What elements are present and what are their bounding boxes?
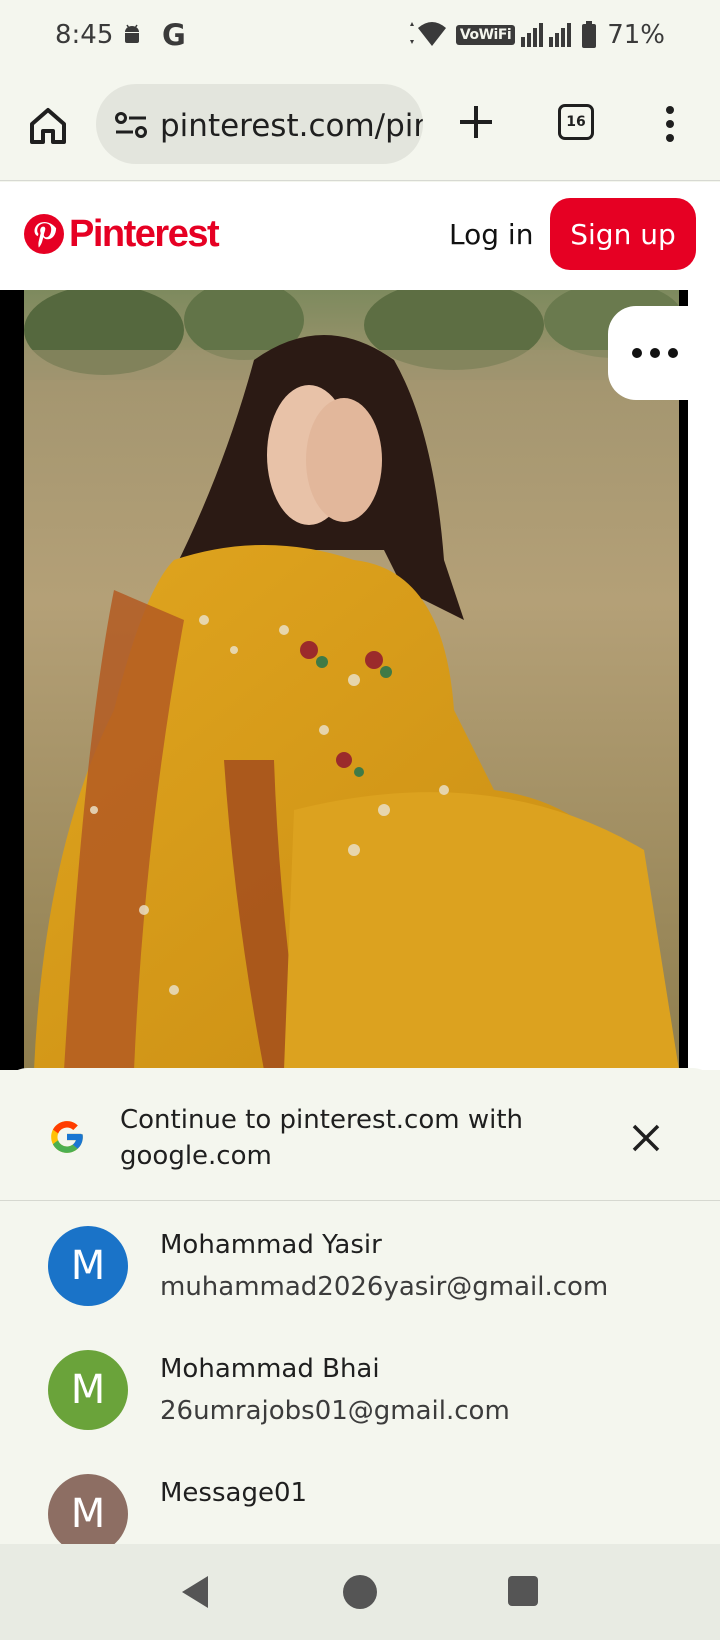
- account-email: 26umrajobs01@gmail.com: [160, 1396, 510, 1426]
- wifi-icon: [409, 22, 446, 46]
- more-options-button[interactable]: [608, 306, 720, 400]
- signup-button[interactable]: Sign up: [550, 198, 696, 270]
- account-row[interactable]: M Mohammad Yasir muhammad2026yasir@gmail…: [0, 1204, 720, 1328]
- google-icon: [51, 1121, 83, 1153]
- more-dot-icon: [632, 348, 642, 358]
- back-icon[interactable]: [176, 1572, 216, 1612]
- more-dot-icon: [668, 348, 678, 358]
- close-icon[interactable]: [630, 1122, 662, 1154]
- address-bar[interactable]: pinterest.com/pir: [96, 84, 423, 164]
- system-nav-bar: [0, 1544, 720, 1640]
- pinterest-logo-icon: [24, 214, 64, 254]
- avatar: M: [48, 1474, 128, 1544]
- pinterest-header: Pinterest Log in Sign up: [0, 182, 720, 290]
- google-signin-sheet: Continue to pinterest.com with google.co…: [0, 1068, 720, 1544]
- avatar: M: [48, 1226, 128, 1306]
- account-row[interactable]: M Mohammad Bhai 26umrajobs01@gmail.com: [0, 1328, 720, 1452]
- account-name: Mohammad Bhai: [160, 1354, 380, 1384]
- account-name: Message01: [160, 1478, 308, 1508]
- more-vert-icon[interactable]: [660, 104, 680, 144]
- status-bar: 8:45 G VoWiFi 71%: [0, 0, 720, 74]
- battery-percent: 71%: [607, 20, 665, 50]
- tabs-icon[interactable]: 16: [558, 104, 594, 140]
- vowifi-badge: VoWiFi: [455, 25, 516, 45]
- pin-image[interactable]: [24, 290, 679, 1070]
- recents-icon[interactable]: [506, 1574, 540, 1608]
- status-time: 8:45: [55, 20, 114, 50]
- signal-icon: [521, 23, 572, 47]
- android-icon: [125, 24, 139, 43]
- account-row[interactable]: M Message01: [0, 1452, 720, 1544]
- google-status-icon: G: [162, 18, 186, 52]
- account-email: muhammad2026yasir@gmail.com: [160, 1272, 609, 1302]
- pinterest-logo-text: Pinterest: [69, 212, 220, 255]
- battery-icon: [582, 21, 597, 48]
- tune-icon[interactable]: [114, 110, 148, 140]
- browser-toolbar: pinterest.com/pir 16: [0, 74, 720, 181]
- url-text[interactable]: pinterest.com/pir: [160, 108, 423, 144]
- more-dot-icon: [650, 348, 660, 358]
- pin-frame: [0, 290, 688, 1070]
- home-icon[interactable]: [26, 104, 70, 148]
- login-button[interactable]: Log in: [449, 218, 533, 251]
- home-circle-icon[interactable]: [340, 1572, 380, 1612]
- sheet-header: Continue to pinterest.com with google.co…: [0, 1068, 720, 1201]
- avatar: M: [48, 1350, 128, 1430]
- pin-area: [0, 290, 720, 1070]
- sheet-title: Continue to pinterest.com with google.co…: [120, 1105, 524, 1171]
- account-name: Mohammad Yasir: [160, 1230, 382, 1260]
- plus-icon[interactable]: [456, 102, 496, 142]
- pinterest-logo[interactable]: Pinterest: [24, 212, 220, 256]
